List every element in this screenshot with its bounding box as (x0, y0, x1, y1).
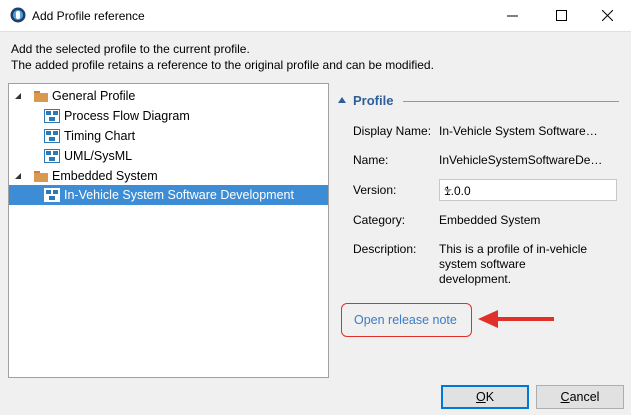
name-label: Name: (353, 153, 389, 167)
tree-item-uml-sysml[interactable]: UML/SysML (9, 146, 328, 166)
tree-item-in-vehicle-system-software-development[interactable]: In-Vehicle System Software Development (9, 185, 328, 205)
category-value: Embedded System (439, 213, 541, 227)
description-label: Description: (353, 242, 417, 256)
display-name-value: In-Vehicle System Software… (439, 124, 598, 138)
ok-mnemonic: O (475, 390, 486, 404)
close-button[interactable] (585, 0, 630, 31)
tree-item-label: Timing Chart (64, 129, 136, 143)
tree-folder-embedded-system[interactable]: Embedded System (9, 166, 328, 186)
description-value-line-1: This is a profile of in-vehicle (439, 242, 588, 256)
tree-item-label: Embedded System (52, 169, 158, 183)
release-note-highlight: Open release note (341, 303, 472, 337)
window-title: Add Profile reference (32, 9, 145, 23)
folder-icon (34, 171, 48, 182)
profile-header-label: Profile (353, 93, 394, 108)
header-divider (403, 101, 619, 102)
description-value-line-3: development. (439, 272, 512, 286)
profile-section-header[interactable]: Profile (333, 93, 623, 109)
dropdown-arrow-icon (444, 189, 452, 193)
description-value-line-2: system software (439, 257, 526, 271)
profile-properties-panel: Profile Display Name: In-Vehicle System … (333, 83, 623, 378)
maximize-icon (556, 10, 567, 21)
description-line-1: Add the selected profile to the current … (11, 42, 250, 56)
ok-label-rest: K (485, 390, 495, 404)
tree-item-label: In-Vehicle System Software Development (64, 188, 294, 202)
tree-item-label: Process Flow Diagram (64, 109, 190, 123)
profile-icon (44, 129, 60, 143)
version-select[interactable]: 1.0.0 (439, 179, 617, 201)
description-line-2: The added profile retains a reference to… (11, 58, 434, 72)
tree-item-label: UML/SysML (64, 149, 133, 163)
title-bar: Add Profile reference (0, 0, 631, 32)
maximize-button[interactable] (539, 0, 584, 31)
name-value: InVehicleSystemSoftwareDe… (439, 153, 603, 167)
profile-tree[interactable]: General Profile Process Flow Diagram Tim… (8, 83, 329, 378)
profile-icon (44, 149, 60, 163)
app-logo-icon (10, 7, 26, 23)
cancel-label-rest: ancel (569, 390, 600, 404)
cancel-button[interactable]: Cancel (536, 385, 624, 409)
expanded-caret-icon[interactable] (13, 91, 23, 101)
ok-button[interactable]: OK (441, 385, 529, 409)
open-release-note-link[interactable]: Open release note (354, 313, 457, 327)
tree-item-timing-chart[interactable]: Timing Chart (9, 126, 328, 146)
cancel-mnemonic: C (560, 390, 570, 404)
version-label: Version: (353, 183, 397, 197)
tree-item-label: General Profile (52, 89, 136, 103)
profile-icon (44, 188, 60, 202)
red-arrow-icon (478, 310, 554, 328)
folder-icon (34, 91, 48, 102)
profile-icon (44, 109, 60, 123)
display-name-label: Display Name: (353, 124, 432, 138)
tree-folder-general-profile[interactable]: General Profile (9, 86, 328, 106)
minimize-icon (507, 15, 518, 17)
close-icon (602, 10, 613, 21)
collapse-triangle-icon[interactable] (338, 97, 346, 103)
category-label: Category: (353, 213, 406, 227)
tree-item-process-flow-diagram[interactable]: Process Flow Diagram (9, 106, 328, 126)
expanded-caret-icon[interactable] (13, 171, 23, 181)
minimize-button[interactable] (490, 0, 535, 31)
